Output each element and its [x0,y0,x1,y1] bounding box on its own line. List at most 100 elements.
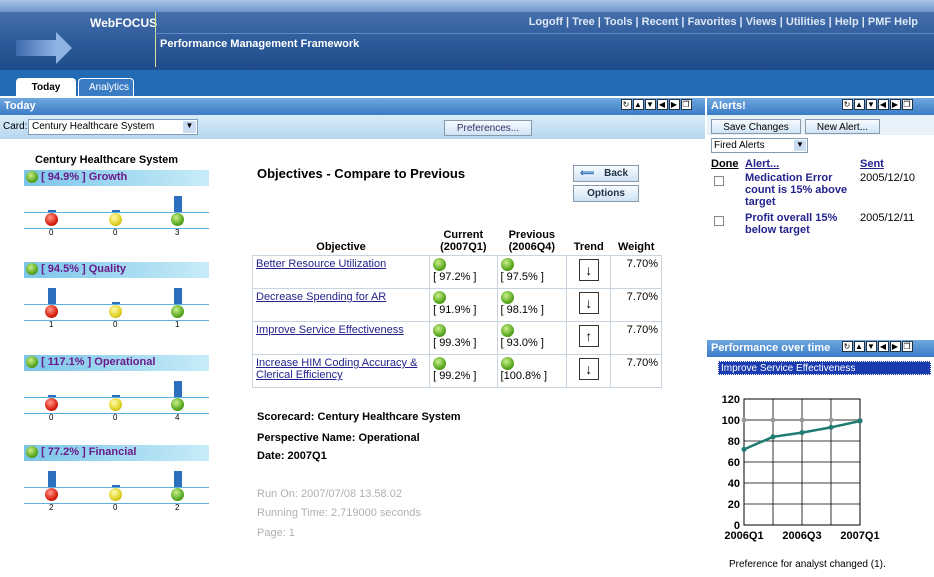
alert-done-checkbox[interactable] [714,176,724,186]
x-tick-label: 2006Q3 [782,530,821,542]
status-count: 0 [113,503,118,512]
y-tick-label: 20 [728,499,740,511]
link-tools[interactable]: Tools [604,16,633,28]
count-bar [174,196,182,212]
left-icon[interactable]: ◀ [657,99,668,110]
count-bar [48,471,56,487]
previous-value: [ 98.1% ] [500,304,544,316]
tab-today[interactable]: Today [16,78,76,96]
count-bar [112,302,120,304]
app-logo: WebFOCUS [90,16,158,30]
refresh-icon[interactable]: ↻ [842,99,853,110]
objective-link[interactable]: Improve Service Effectiveness [256,324,404,336]
alert-done-checkbox[interactable] [714,216,724,226]
arrow-graphic [16,40,56,56]
objective-link[interactable]: Better Resource Utilization [256,258,386,270]
link-favorites[interactable]: Favorites [688,16,737,28]
perspective-label: [ 94.5% ] Quality [41,263,127,275]
alert-filter-select[interactable]: Fired Alerts ▼ [711,138,808,153]
data-point [799,417,805,423]
status-count: 2 [49,503,54,512]
perspective-header[interactable]: [ 94.9% ] Growth [24,170,209,186]
link-tree[interactable]: Tree [572,16,595,28]
left-icon[interactable]: ◀ [878,99,889,110]
count-bar [48,288,56,304]
running-time: Running Time: 2.719000 seconds [257,507,421,519]
link-logoff[interactable]: Logoff [529,16,563,28]
status-light-icon [109,305,122,318]
restore-icon[interactable]: ❐ [902,99,913,110]
link-utilities[interactable]: Utilities [786,16,826,28]
status-light-icon [26,356,38,369]
y-tick-label: 40 [728,478,740,490]
status-light-icon [45,488,58,501]
card-select[interactable]: Century Healthcare System ▼ [28,119,198,135]
refresh-icon[interactable]: ↻ [842,341,853,352]
objective-link[interactable]: Decrease Spending for AR [256,291,386,303]
trend-arrow-icon: ↓ [578,358,599,380]
alert-sent-date: 2005/12/11 [860,212,915,224]
link-views[interactable]: Views [746,16,777,28]
app-name: Performance Management Framework [160,38,360,50]
perspective-header[interactable]: [ 77.2% ] Financial [24,445,209,461]
today-window-controls: ↻ ▲ ▼ ◀ ▶ ❐ [620,99,692,110]
down-icon[interactable]: ▼ [645,99,656,110]
link-help[interactable]: Help [835,16,859,28]
status-light-icon [171,213,184,226]
header-rule [155,33,934,34]
save-changes-button[interactable]: Save Changes [711,119,801,134]
alerts-col-sent[interactable]: Sent [860,158,884,170]
previous-value: [100.8% ] [500,370,548,382]
restore-icon[interactable]: ❐ [902,341,913,352]
refresh-icon[interactable]: ↻ [621,99,632,110]
scorecard-title: Century Healthcare System [35,154,179,166]
chevron-down-icon: ▼ [794,140,806,151]
back-button[interactable]: ⟸ Back [573,165,639,182]
col-objective: Objective [316,241,366,253]
status-count: 2 [175,503,180,512]
status-count: 0 [113,320,118,329]
right-icon[interactable]: ▶ [669,99,680,110]
left-icon[interactable]: ◀ [878,341,889,352]
perspective-header[interactable]: [ 94.5% ] Quality [24,262,209,278]
weight-value: 7.70% [626,258,658,270]
alerts-col-alert[interactable]: Alert... [745,158,779,170]
restore-icon[interactable]: ❐ [681,99,692,110]
performance-objective-select[interactable]: Improve Service Effectiveness [718,361,931,375]
preferences-button[interactable]: Preferences... [444,120,532,136]
performance-title: Performance over time [711,342,831,354]
count-bar [48,395,56,397]
alert-text[interactable]: Medication Error count is 15% above targ… [745,172,855,208]
up-icon[interactable]: ▲ [854,341,865,352]
perspective-header[interactable]: [ 117.1% ] Operational [24,355,209,371]
status-count: 1 [49,320,54,329]
current-value: [ 99.2% ] [433,370,477,382]
down-icon[interactable]: ▼ [866,341,877,352]
objectives-heading: Objectives - Compare to Previous [257,166,466,181]
y-tick-label: 100 [722,415,740,427]
alert-sent-date: 2005/12/10 [860,172,916,184]
card-select-value: Century Healthcare System [32,121,155,132]
up-icon[interactable]: ▲ [633,99,644,110]
weight-value: 7.70% [626,291,658,303]
col-weight: Weight [617,241,655,253]
objective-link[interactable]: Increase HIM Coding Accuracy & Clerical … [256,357,417,381]
link-recent[interactable]: Recent [642,16,679,28]
count-bar [174,381,182,397]
y-tick-label: 80 [728,436,740,448]
weight-value: 7.70% [626,324,658,336]
alert-text[interactable]: Profit overall 15% below target [745,212,855,236]
right-icon[interactable]: ▶ [890,99,901,110]
down-icon[interactable]: ▼ [866,99,877,110]
link-pmf-help[interactable]: PMF Help [868,16,918,28]
performance-chart: 0204060801001202006Q1 2006Q3 2007Q1 [722,394,880,542]
options-button[interactable]: Options [573,185,639,202]
up-icon[interactable]: ▲ [854,99,865,110]
header-divider [155,12,156,67]
new-alert-button[interactable]: New Alert... [805,119,880,134]
right-icon[interactable]: ▶ [890,341,901,352]
x-tick-label: 2006Q1 [724,530,763,542]
chevron-down-icon: ▼ [183,121,196,133]
status-light-icon [433,258,447,271]
tab-analytics[interactable]: Analytics [78,78,134,96]
